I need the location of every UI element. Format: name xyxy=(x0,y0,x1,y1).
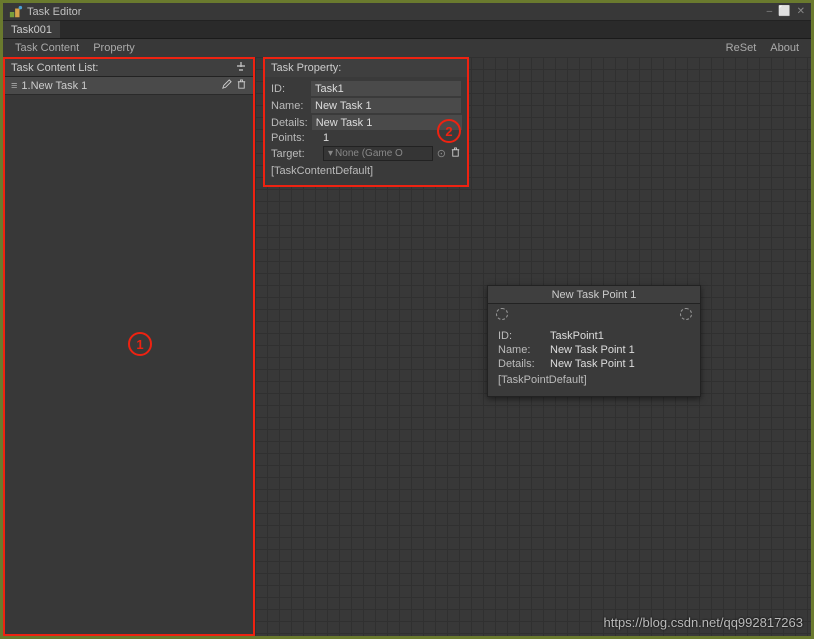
prop-points-label: Points: xyxy=(271,132,319,144)
window-controls: – ⬜ ✕ xyxy=(767,6,805,17)
maximize-icon[interactable]: ⬜ xyxy=(778,6,790,17)
node-id-value: TaskPoint1 xyxy=(550,330,604,342)
drag-handle-icon[interactable]: ≡ xyxy=(11,80,17,92)
sidebar-header-label: Task Content List: xyxy=(11,62,98,74)
menu-about[interactable]: About xyxy=(764,41,805,55)
node-id-label: ID: xyxy=(498,330,550,342)
canvas-area[interactable]: Task Property: ID: Name: Details: xyxy=(255,57,811,636)
node-output-port[interactable] xyxy=(680,308,692,320)
app-icon xyxy=(9,5,23,19)
target-picker-icon[interactable]: ⊙ xyxy=(437,147,446,160)
node-details-label: Details: xyxy=(498,358,550,370)
minimize-icon[interactable]: – xyxy=(767,6,773,17)
tab-task001[interactable]: Task001 xyxy=(3,21,60,38)
main-area: Task Content List: ≡ 1.New Task 1 xyxy=(3,57,811,636)
task-property-header: Task Property: xyxy=(265,59,467,77)
node-name-value: New Task Point 1 xyxy=(550,344,635,356)
target-delete-icon[interactable] xyxy=(450,147,461,161)
add-task-icon[interactable] xyxy=(235,60,247,75)
prop-id-label: ID: xyxy=(271,83,307,95)
prop-class-label: [TaskContentDefault] xyxy=(271,165,461,177)
prop-target-label: Target: xyxy=(271,148,319,160)
edit-icon[interactable] xyxy=(221,79,232,93)
list-item-label: 1.New Task 1 xyxy=(21,80,87,92)
menu-task-content[interactable]: Task Content xyxy=(9,41,85,55)
prop-details-input[interactable] xyxy=(312,115,462,130)
node-details-value: New Task Point 1 xyxy=(550,358,635,370)
tab-bar: Task001 xyxy=(3,21,811,39)
menu-property[interactable]: Property xyxy=(87,41,141,55)
close-icon[interactable]: ✕ xyxy=(797,6,805,17)
task-content-list-header: Task Content List: xyxy=(5,59,253,77)
titlebar: Task Editor – ⬜ ✕ xyxy=(3,3,811,21)
node-header[interactable]: New Task Point 1 xyxy=(488,286,700,304)
task-property-panel: Task Property: ID: Name: Details: xyxy=(263,57,469,187)
node-name-label: Name: xyxy=(498,344,550,356)
delete-icon[interactable] xyxy=(236,79,247,93)
prop-details-label: Details: xyxy=(271,117,308,129)
prop-target-field[interactable]: ▾None (Game O xyxy=(323,146,433,161)
task-point-node[interactable]: New Task Point 1 ID: TaskPoint1 Name: Ne… xyxy=(487,285,701,397)
watermark: https://blog.csdn.net/qq992817263 xyxy=(604,615,804,630)
prop-target-value: None (Game O xyxy=(335,148,403,159)
list-item[interactable]: ≡ 1.New Task 1 xyxy=(5,77,253,95)
prop-points-value: 1 xyxy=(323,132,329,144)
menu-bar: Task Content Property ReSet About xyxy=(3,39,811,57)
prop-name-input[interactable] xyxy=(311,98,461,113)
menu-reset[interactable]: ReSet xyxy=(720,41,763,55)
prop-name-label: Name: xyxy=(271,100,307,112)
task-content-list-panel: Task Content List: ≡ 1.New Task 1 xyxy=(3,57,255,636)
window-title: Task Editor xyxy=(27,6,767,18)
prop-id-input[interactable] xyxy=(311,81,461,96)
node-class-label: [TaskPointDefault] xyxy=(498,374,690,386)
node-input-port[interactable] xyxy=(496,308,508,320)
